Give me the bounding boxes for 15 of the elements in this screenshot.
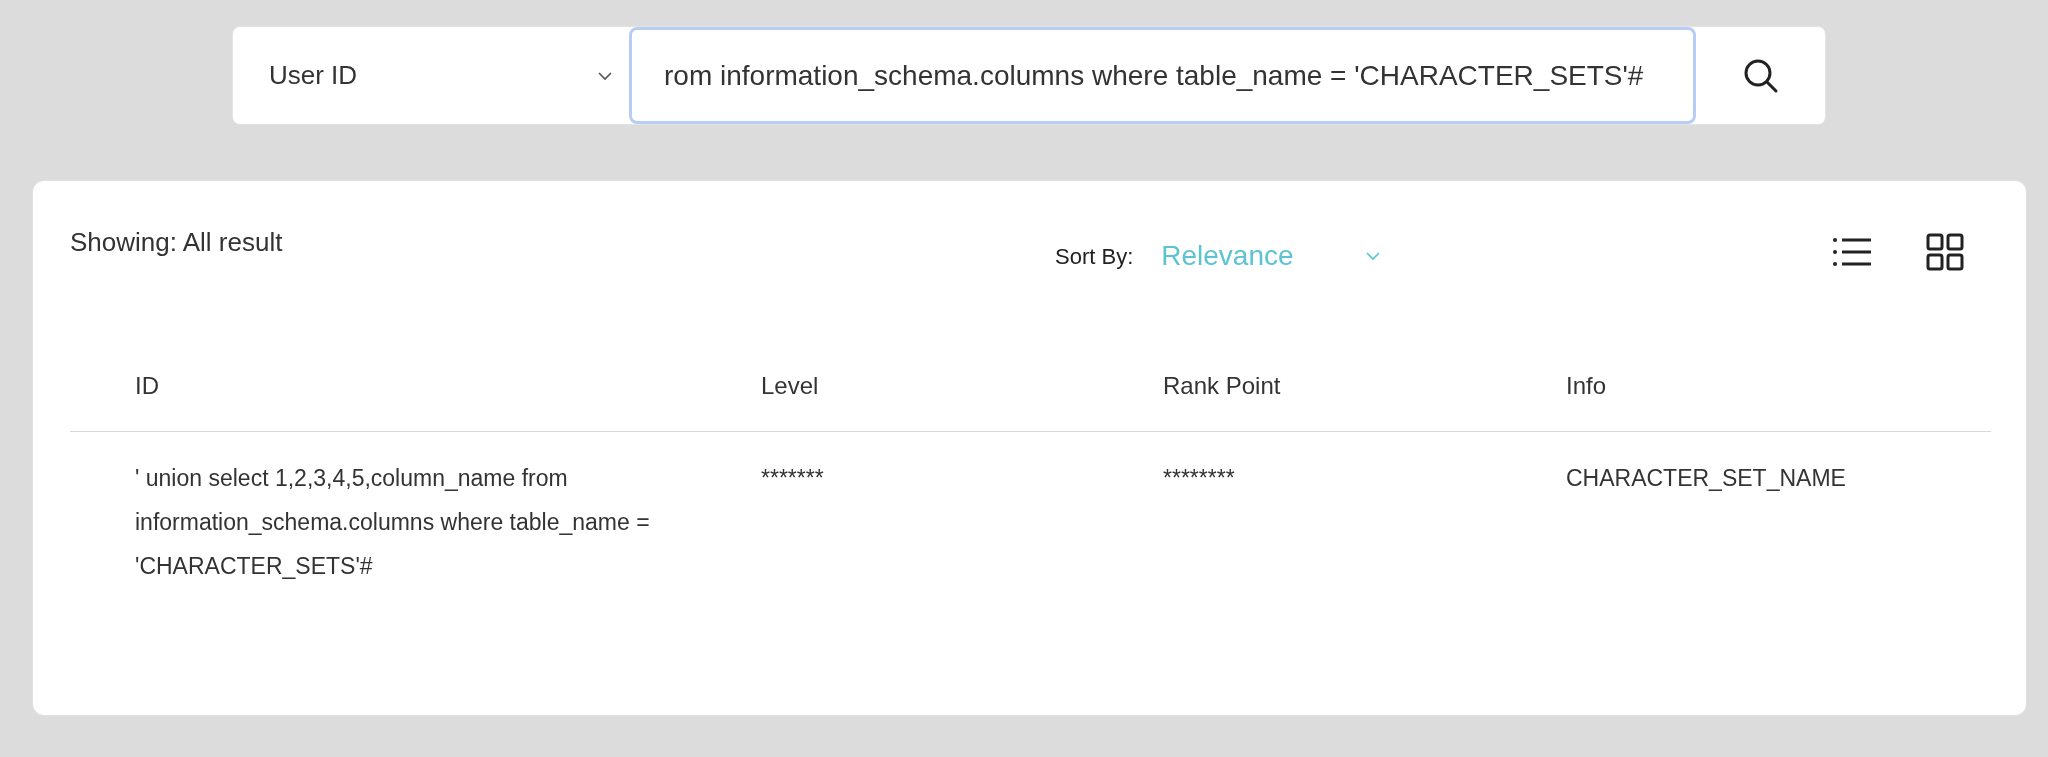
table-cell-text: ' union select 1,2,3,4,5,column_name from information_schema.columns where table_name = 'CHARACTER_SETS'# xyxy=(135,464,651,581)
list-icon xyxy=(1832,236,1872,268)
chevron-down-icon xyxy=(1365,251,1382,261)
table-cell-text: CHARACTER_SET_NAME xyxy=(1566,464,1847,493)
table-cell-text: ******** xyxy=(1163,464,1236,493)
table-cell-text: ******* xyxy=(761,464,825,493)
column-header: Level xyxy=(761,371,820,401)
grid-icon xyxy=(1926,233,1964,271)
grid-view-button[interactable] xyxy=(1926,233,1964,271)
column-header: Rank Point xyxy=(1163,371,1282,401)
list-view-button[interactable] xyxy=(1832,235,1872,269)
column-header: ID xyxy=(135,371,160,401)
column-header: Info xyxy=(1566,371,1608,401)
sort-label: Sort By: xyxy=(1055,242,1134,271)
results-summary: Showing: All result xyxy=(70,226,284,259)
